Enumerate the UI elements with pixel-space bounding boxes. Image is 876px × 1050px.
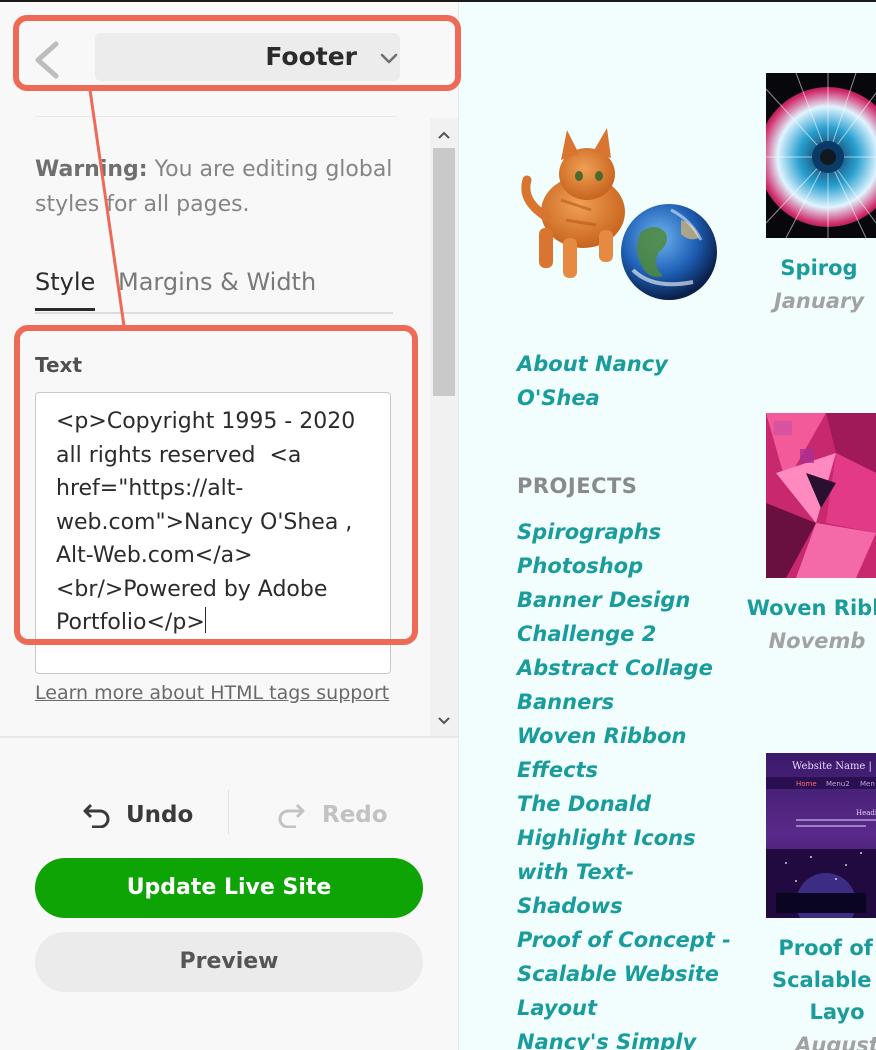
project-link[interactable]: Effects [517, 753, 732, 787]
project-link[interactable]: The Donald [517, 787, 732, 821]
update-live-site-button[interactable]: Update Live Site [35, 858, 423, 918]
project-link[interactable]: Challenge 2 [517, 617, 732, 651]
projects-list: Spirographs Photoshop Banner Design Chal… [517, 515, 732, 1050]
project-thumbnail-spirograph[interactable] [766, 73, 876, 238]
project-card-title-line2[interactable]: Scalable W [727, 964, 876, 996]
thumb-nav-menu2: Menu2 [826, 780, 850, 788]
footer-text-value: <p>Copyright 1995 - 2020 all rights rese… [56, 409, 367, 635]
header-divider [35, 116, 397, 117]
undo-label: Undo [126, 802, 194, 828]
projects-heading: PROJECTS [517, 474, 638, 498]
scroll-down-arrow-icon[interactable] [437, 716, 451, 726]
scrollbar-thumb[interactable] [433, 148, 455, 396]
settings-tabs: Style Margins & Width [35, 264, 393, 314]
thumb-nav-home: Home [796, 780, 817, 788]
project-link[interactable]: Scalable Website [517, 957, 732, 991]
project-card-date: January [773, 289, 865, 313]
project-card-title[interactable]: Woven Ribb [707, 592, 876, 624]
project-card-date: August [795, 1033, 876, 1050]
project-card-caption: Woven Ribb Novemb [707, 592, 876, 658]
editor-panel: Footer Warning: You are editing global s… [0, 2, 459, 1050]
project-link[interactable]: Spirographs [517, 515, 732, 549]
redo-button[interactable]: Redo [276, 798, 388, 832]
undo-button[interactable]: Undo [80, 798, 193, 832]
thumb-site-name: Website Name | [792, 761, 872, 772]
project-card-title[interactable]: Proof of C [727, 932, 876, 964]
preview-button[interactable]: Preview [35, 932, 423, 992]
project-link[interactable]: Nancy's Simply [517, 1025, 732, 1050]
chevron-down-icon [380, 53, 398, 64]
project-card-title-line3[interactable]: Layo [727, 996, 876, 1028]
actions-divider [0, 736, 458, 738]
html-tags-help-link[interactable]: Learn more about HTML tags support [35, 682, 389, 704]
panel-header: Footer [0, 2, 458, 114]
project-link[interactable]: Woven Ribbon [517, 719, 732, 753]
project-link[interactable]: Shadows [517, 889, 732, 923]
project-link[interactable]: Proof of Concept - [517, 923, 732, 957]
tab-margins-width[interactable]: Margins & Width [118, 264, 316, 300]
panel-scrollbar[interactable] [430, 118, 458, 738]
text-caret [204, 607, 206, 633]
kitten-globe-logo[interactable] [521, 120, 721, 306]
thumb-nav-menu3: Men [860, 780, 875, 788]
scroll-up-arrow-icon[interactable] [437, 130, 451, 140]
project-link[interactable]: with Text- [517, 855, 732, 889]
site-preview: About Nancy O'Shea PROJECTS Spirographs … [459, 2, 876, 1050]
project-thumbnail-woven-ribbon[interactable] [766, 413, 876, 578]
settings-scroll-area: Warning: You are editing global styles f… [0, 118, 458, 738]
about-link[interactable]: About Nancy O'Shea [517, 347, 707, 415]
section-title: Footer [265, 42, 357, 71]
redo-arrow-icon [278, 803, 305, 828]
project-card-caption: Proof of C Scalable W Layo August [727, 932, 876, 1050]
project-link[interactable]: Banner Design [517, 583, 732, 617]
redo-label: Redo [322, 802, 388, 828]
undo-arrow-icon [83, 803, 110, 828]
project-link[interactable]: Abstract Collage [517, 651, 732, 685]
project-link[interactable]: Photoshop [517, 549, 732, 583]
project-card-caption: Spirog January [749, 252, 876, 318]
global-styles-warning: Warning: You are editing global styles f… [35, 152, 395, 222]
text-field-label: Text [35, 353, 83, 377]
tab-style[interactable]: Style [35, 264, 96, 311]
project-card-title[interactable]: Spirog [749, 252, 876, 284]
project-link[interactable]: Highlight Icons [517, 821, 732, 855]
project-link[interactable]: Banners [517, 685, 732, 719]
thumb-heading: Headi [856, 809, 876, 817]
chevron-left-icon[interactable] [30, 40, 64, 80]
undo-redo-divider [228, 790, 229, 834]
project-card-date: Novemb [768, 629, 866, 653]
project-thumbnail-website-layout[interactable]: Website Name | Home Menu2 Men Headi [766, 753, 876, 918]
footer-text-input[interactable]: <p>Copyright 1995 - 2020 all rights rese… [35, 392, 391, 674]
project-link[interactable]: Layout [517, 991, 732, 1025]
warning-label: Warning: [35, 157, 148, 182]
section-dropdown[interactable]: Footer [95, 33, 400, 81]
